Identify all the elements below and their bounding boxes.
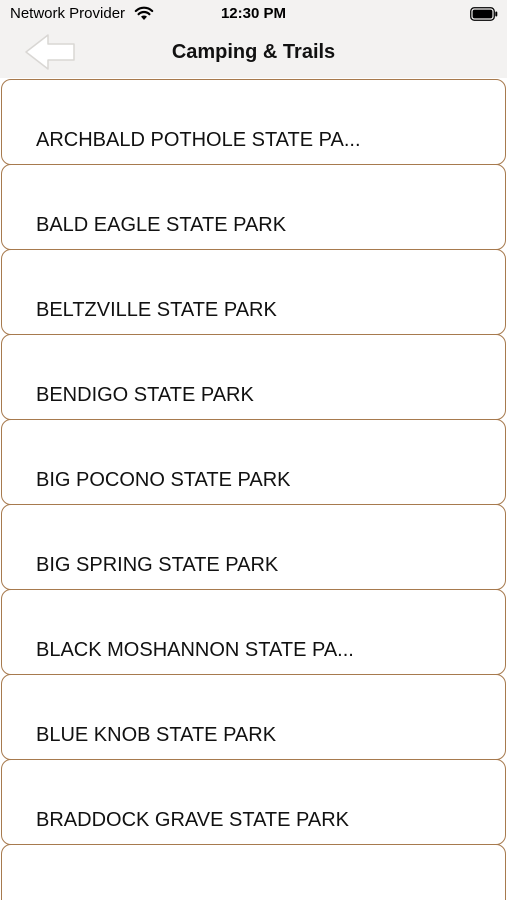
list-item[interactable] xyxy=(1,844,506,900)
list-item[interactable]: BRADDOCK GRAVE STATE PARK xyxy=(1,759,506,845)
list-item[interactable]: BLACK MOSHANNON STATE PA... xyxy=(1,589,506,675)
list-item-label: BENDIGO STATE PARK xyxy=(36,384,254,406)
app-screen: Network Provider 12:30 PM Camping & Trai… xyxy=(0,0,507,900)
page-title: Camping & Trails xyxy=(171,41,336,63)
navigation-bar: Camping & Trails xyxy=(0,28,507,78)
list-item-label: BELTZVILLE STATE PARK xyxy=(36,299,277,321)
list-item-label: BIG POCONO STATE PARK xyxy=(36,469,291,491)
list-item-label: BLACK MOSHANNON STATE PA... xyxy=(36,639,354,661)
list-item-label: BLUE KNOB STATE PARK xyxy=(36,724,277,746)
park-list: ARCHBALD POTHOLE STATE PA... BALD EAGLE … xyxy=(0,79,507,900)
list-item[interactable]: BLUE KNOB STATE PARK xyxy=(1,674,506,760)
list-item-label: BALD EAGLE STATE PARK xyxy=(36,214,287,236)
list-item[interactable]: BELTZVILLE STATE PARK xyxy=(1,249,506,335)
status-bar: Network Provider 12:30 PM xyxy=(0,0,507,28)
battery-icon xyxy=(470,7,498,21)
list-item[interactable]: BIG SPRING STATE PARK xyxy=(1,504,506,590)
list-item[interactable]: ARCHBALD POTHOLE STATE PA... xyxy=(1,79,506,165)
list-item-label: BRADDOCK GRAVE STATE PARK xyxy=(36,809,350,831)
list-item-label: BIG SPRING STATE PARK xyxy=(36,554,279,576)
clock: 12:30 PM xyxy=(220,5,287,22)
list-item[interactable]: BALD EAGLE STATE PARK xyxy=(1,164,506,250)
list-item[interactable]: BENDIGO STATE PARK xyxy=(1,334,506,420)
list-item[interactable]: BIG POCONO STATE PARK xyxy=(1,419,506,505)
list-item-label: ARCHBALD POTHOLE STATE PA... xyxy=(36,129,361,151)
